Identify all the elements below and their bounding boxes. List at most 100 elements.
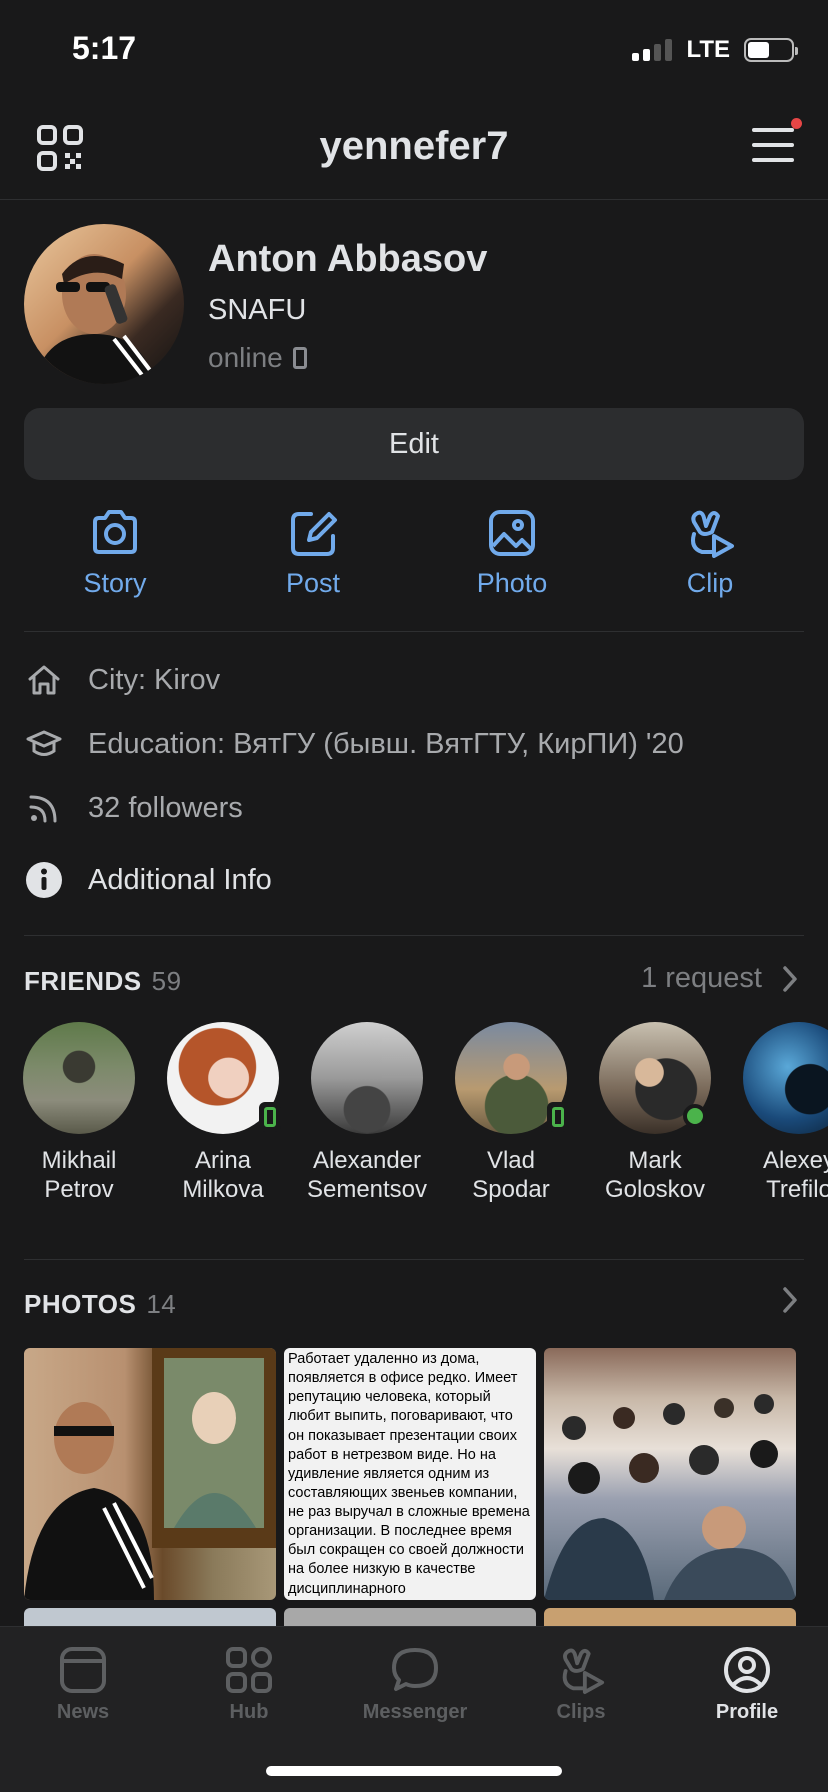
photo-text-content: Работает удаленно из дома, появляется в … bbox=[288, 1351, 530, 1597]
clips-icon bbox=[562, 1648, 605, 1695]
profile-status: SNAFU bbox=[208, 294, 307, 326]
signal-icon bbox=[632, 39, 673, 61]
status-bar: 5:17 LTE bbox=[0, 0, 828, 100]
online-dot bbox=[683, 1104, 707, 1128]
friends-count: 59 bbox=[151, 966, 182, 996]
education-row: Education: ВятГУ (бывш. ВятГТУ, КирПИ) '… bbox=[24, 724, 684, 764]
friend-last-name: Spodar bbox=[472, 1176, 550, 1204]
menu-icon[interactable] bbox=[752, 128, 794, 166]
friend-avatar bbox=[599, 1022, 711, 1134]
info-icon bbox=[26, 862, 62, 898]
tab-label: Profile bbox=[715, 1701, 779, 1723]
story-button[interactable]: Story bbox=[15, 508, 215, 599]
friend-requests-text: 1 request bbox=[641, 962, 762, 994]
followers-text: 32 followers bbox=[88, 791, 243, 824]
friend-first-name: Mikhail bbox=[41, 1147, 117, 1174]
messenger-icon bbox=[392, 1648, 438, 1691]
friend-avatar bbox=[311, 1022, 423, 1134]
followers-row[interactable]: 32 followers bbox=[24, 788, 243, 828]
tab-label: Hub bbox=[229, 1701, 269, 1723]
online-label: online bbox=[208, 342, 283, 373]
status-time: 5:17 bbox=[72, 30, 137, 66]
education-text: Education: ВятГУ (бывш. ВятГТУ, КирПИ) '… bbox=[88, 727, 684, 760]
photos-count: 14 bbox=[146, 1289, 177, 1319]
additional-info-row[interactable]: Additional Info bbox=[24, 860, 272, 900]
story-label: Story bbox=[83, 568, 147, 598]
notification-dot bbox=[791, 118, 802, 129]
edit-icon bbox=[291, 512, 337, 556]
photo-thumbnail[interactable]: Работает удаленно из дома, появляется в … bbox=[284, 1348, 536, 1600]
camera-icon bbox=[93, 510, 137, 554]
tab-label: News bbox=[56, 1701, 110, 1723]
tab-messenger[interactable]: Messenger bbox=[332, 1645, 498, 1724]
clip-button[interactable]: Clip bbox=[610, 508, 810, 599]
friend-first-name: Vlad bbox=[486, 1147, 536, 1174]
mobile-icon bbox=[292, 347, 307, 369]
friend-avatar bbox=[743, 1022, 828, 1134]
additional-info-text: Additional Info bbox=[88, 863, 272, 896]
tab-profile[interactable]: Profile bbox=[664, 1645, 828, 1724]
friend-item[interactable]: Alexander Sementsov bbox=[292, 1022, 442, 1205]
friend-requests-link[interactable]: 1 request bbox=[641, 962, 798, 995]
rss-icon bbox=[29, 795, 57, 823]
status-indicators: LTE bbox=[632, 36, 798, 64]
profile-icon bbox=[724, 1647, 770, 1693]
friend-last-name: Trefilo bbox=[766, 1176, 828, 1204]
clip-label: Clip bbox=[686, 568, 734, 598]
quick-actions: Story Post Photo Clip bbox=[0, 508, 828, 608]
tab-clips[interactable]: Clips bbox=[498, 1645, 664, 1724]
friends-title[interactable]: FRIENDS 59 bbox=[24, 966, 182, 997]
friends-title-text: FRIENDS bbox=[24, 966, 142, 996]
friend-item[interactable]: Arina Milkova bbox=[148, 1022, 298, 1205]
post-button[interactable]: Post bbox=[213, 508, 413, 599]
friend-last-name: Milkova bbox=[182, 1176, 264, 1204]
photo-thumbnail[interactable] bbox=[544, 1348, 796, 1600]
friend-avatar bbox=[455, 1022, 569, 1134]
mobile-online-badge bbox=[259, 1102, 281, 1132]
image-icon bbox=[489, 510, 535, 556]
photo-button[interactable]: Photo bbox=[412, 508, 612, 599]
friend-first-name: Arina bbox=[194, 1147, 252, 1174]
city-row: City: Kirov bbox=[24, 660, 220, 700]
education-icon bbox=[26, 730, 62, 756]
clip-icon bbox=[691, 510, 734, 558]
friend-item[interactable]: Vlad Spodar bbox=[436, 1022, 586, 1205]
friend-last-name: Petrov bbox=[44, 1176, 114, 1204]
tab-hub[interactable]: Hub bbox=[166, 1645, 332, 1724]
friend-avatar bbox=[167, 1022, 281, 1134]
page-title: yennefer7 bbox=[319, 124, 509, 168]
friend-first-name: Alexey bbox=[762, 1147, 828, 1174]
friend-item[interactable]: Mark Goloskov bbox=[580, 1022, 730, 1205]
battery-icon bbox=[744, 38, 798, 62]
avatar[interactable] bbox=[24, 224, 184, 384]
friend-first-name: Mark bbox=[628, 1147, 682, 1174]
friend-first-name: Alexander bbox=[312, 1147, 422, 1174]
news-icon bbox=[60, 1647, 106, 1693]
mobile-online-badge bbox=[547, 1102, 569, 1132]
chevron-right-icon bbox=[783, 965, 797, 992]
online-status: online bbox=[208, 342, 307, 374]
home-icon bbox=[28, 665, 60, 695]
edit-button[interactable]: Edit bbox=[24, 408, 804, 480]
friend-last-name: Sementsov bbox=[306, 1176, 428, 1204]
hub-icon bbox=[226, 1647, 272, 1693]
divider bbox=[24, 1259, 804, 1260]
tab-label: Clips bbox=[556, 1701, 606, 1723]
friend-item[interactable]: Alexey Trefilo bbox=[724, 1022, 828, 1205]
photos-title[interactable]: PHOTOS 14 bbox=[24, 1289, 176, 1320]
friend-item[interactable]: Mikhail Petrov bbox=[4, 1022, 154, 1205]
post-label: Post bbox=[285, 568, 341, 598]
divider bbox=[24, 935, 804, 936]
photo-thumbnail[interactable] bbox=[24, 1348, 276, 1600]
city-text: City: Kirov bbox=[88, 663, 221, 696]
home-indicator[interactable] bbox=[266, 1766, 562, 1776]
tab-news[interactable]: News bbox=[0, 1645, 166, 1724]
friend-last-name: Goloskov bbox=[604, 1176, 706, 1204]
photos-title-text: PHOTOS bbox=[24, 1289, 137, 1319]
network-type: LTE bbox=[686, 36, 730, 63]
friend-avatar bbox=[23, 1022, 135, 1134]
chevron-right-icon bbox=[783, 1287, 797, 1313]
photo-label: Photo bbox=[476, 568, 548, 598]
friends-list: Mikhail Petrov Arina Milkova Alexander Seme… bbox=[0, 1022, 828, 1212]
photos-link[interactable] bbox=[782, 1286, 798, 1314]
